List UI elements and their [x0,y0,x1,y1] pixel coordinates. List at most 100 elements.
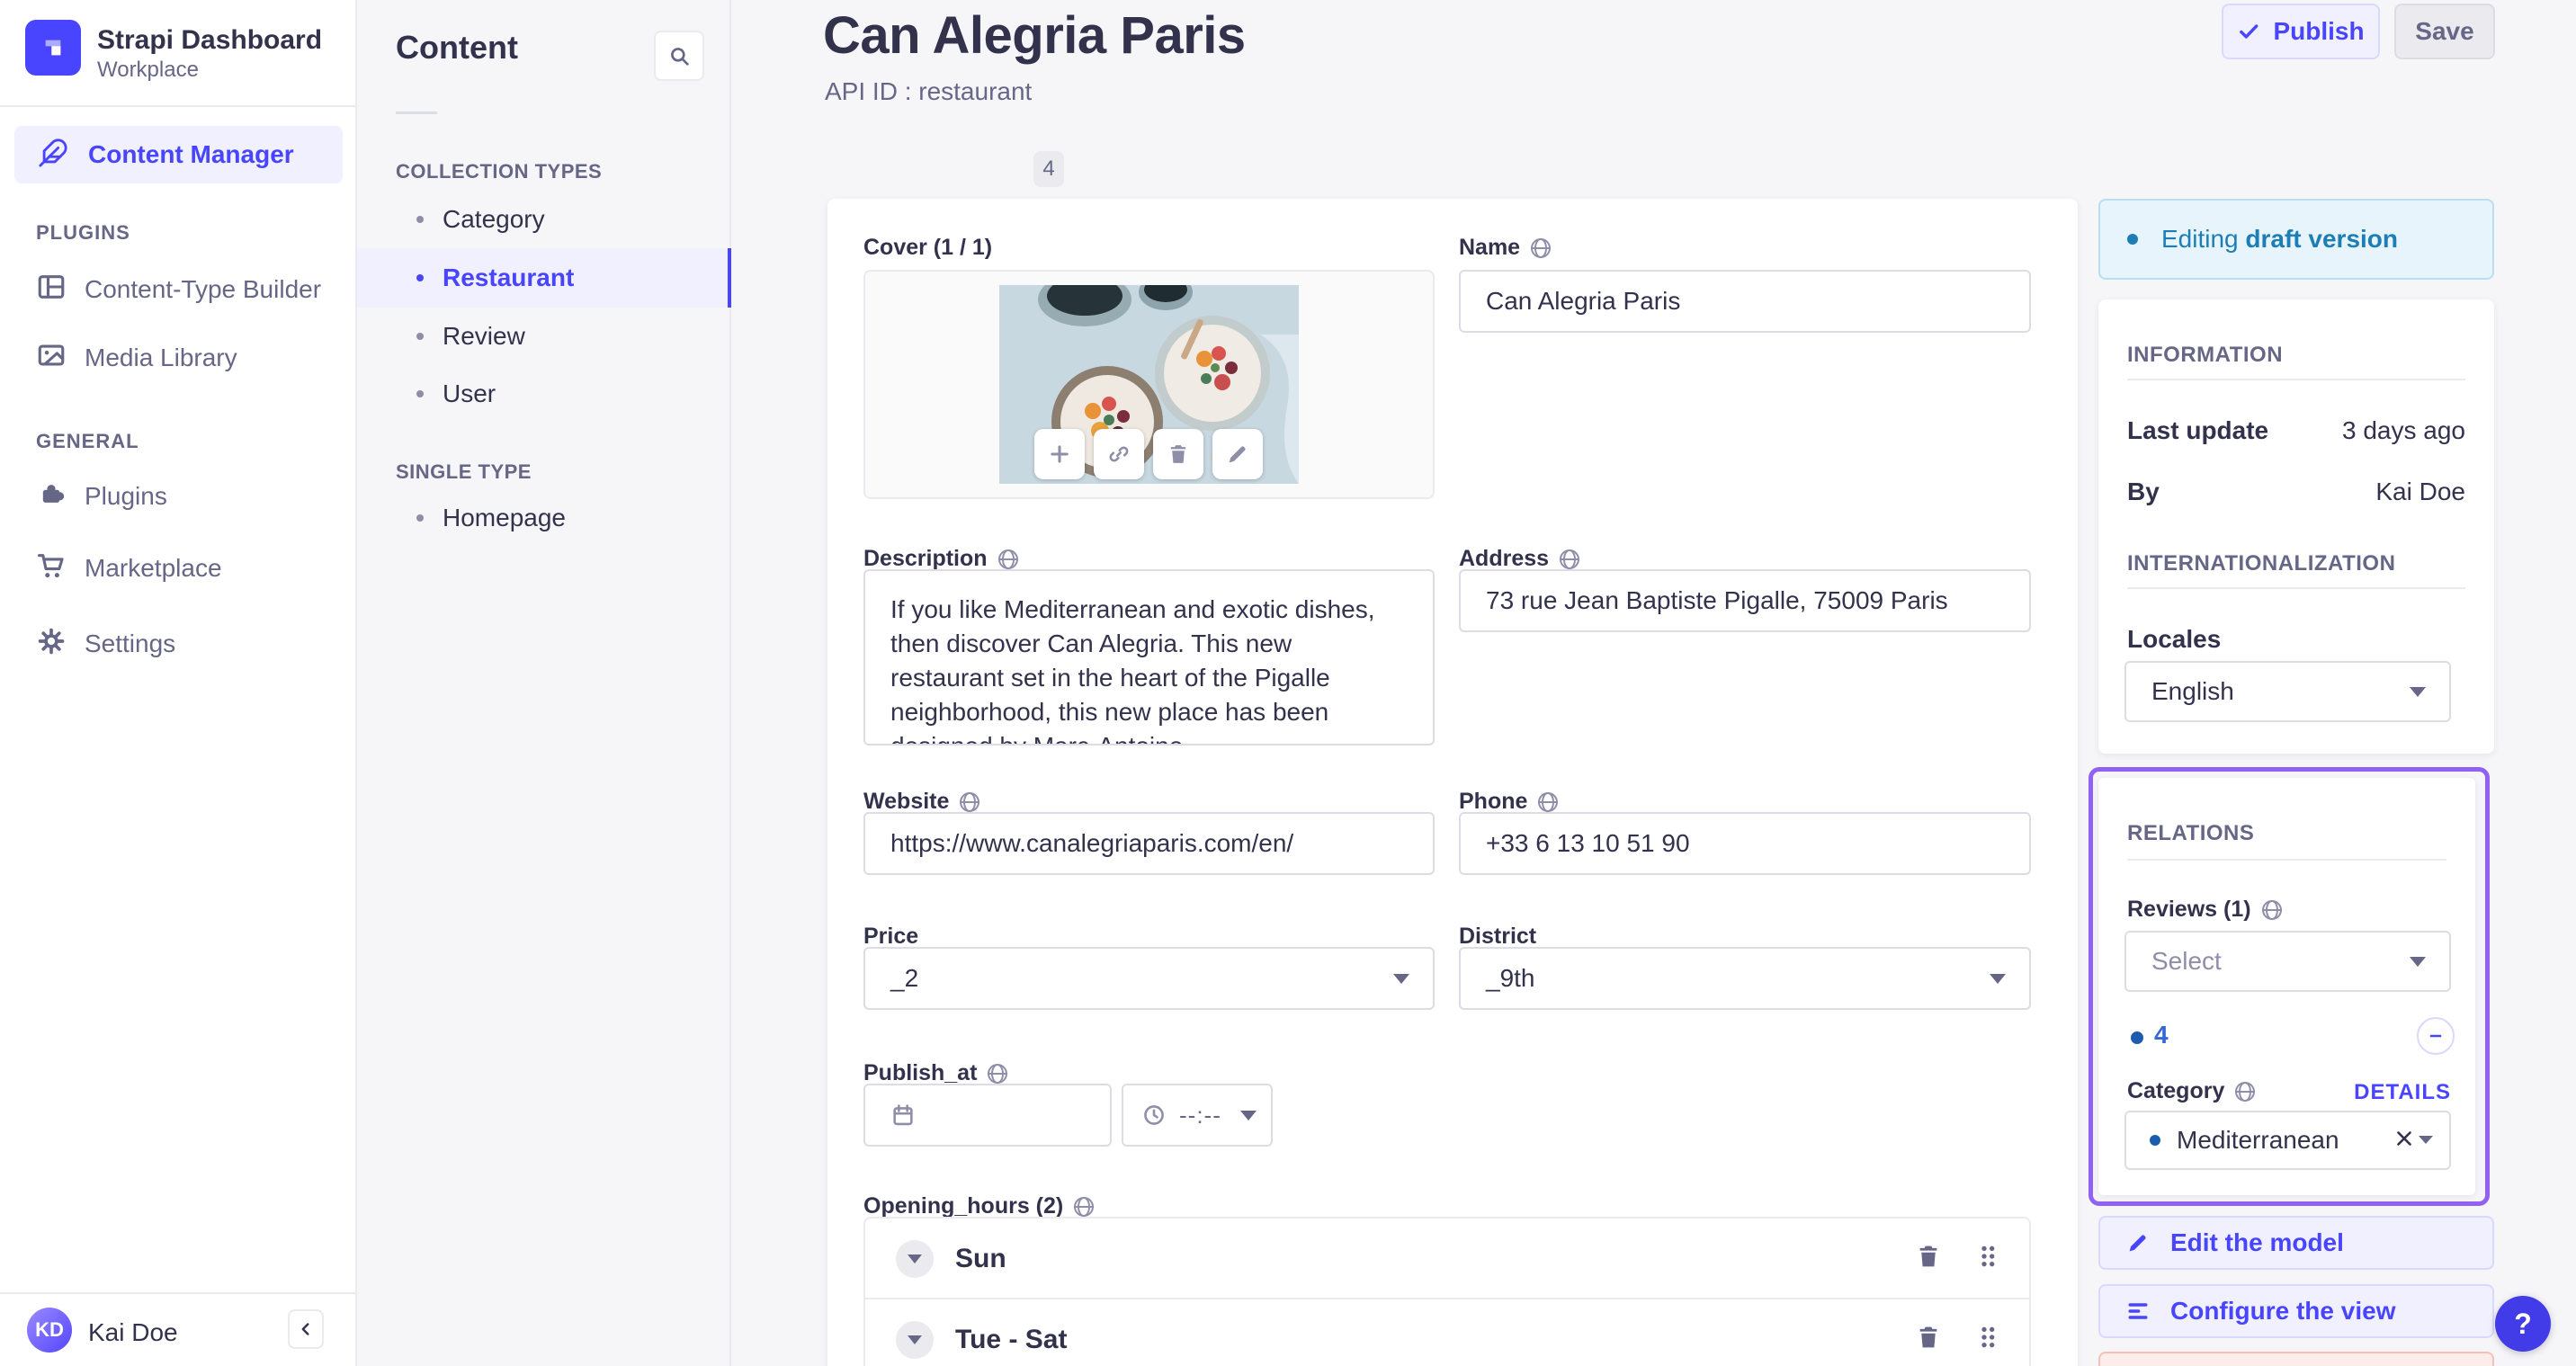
district-label: District [1459,924,1537,949]
collapse-sidebar-button[interactable] [288,1309,324,1349]
opening-hours-row-sun: Sun [865,1219,2029,1298]
check-icon [2240,24,2258,39]
opening-hours-accordion: Sun Tue - Sat [863,1217,2031,1366]
expand-row-button[interactable] [896,1321,934,1359]
delete-media-button[interactable] [1153,429,1203,479]
content-subnav: Content COLLECTION TYPES 4 Category Rest… [357,0,1064,1366]
subnav-item-label: Restaurant [443,263,575,291]
save-button[interactable]: Save [2394,4,2495,59]
chevron-down-icon [1240,1111,1257,1120]
sidebar-item-plugins[interactable]: Plugins [36,478,167,513]
subnav-item-review[interactable]: Review [357,308,731,365]
trash-icon [1919,1245,1937,1267]
relation-item-link[interactable]: 4 [2154,1021,2169,1049]
subnav-item-category[interactable]: Category [357,191,731,248]
chevron-down-icon [908,1335,922,1344]
locale-value: English [2151,677,2234,705]
row-label: Sun [955,1244,1006,1273]
remove-relation-button[interactable] [2417,1017,2455,1055]
price-select[interactable]: _2 [863,947,1435,1010]
nav-footer-divider [0,1292,357,1294]
group-title-collection-types: COLLECTION TYPES [396,160,603,183]
drag-handle-icon[interactable] [1973,1323,2002,1356]
phone-label: Phone [1459,789,1559,815]
collection-types-count-badge: 4 [1033,151,1064,187]
help-button[interactable]: ? [2495,1296,2551,1352]
subnav-item-label: Homepage [443,504,566,531]
last-update-label: Last update [2127,416,2269,444]
strapi-logo[interactable] [25,20,81,76]
copy-link-button[interactable] [1094,429,1144,479]
chevron-down-icon [908,1254,922,1263]
clear-category-button[interactable] [2393,1127,2416,1155]
page-title: Can Alegria Paris [823,6,1246,65]
globe-icon [1538,791,1559,812]
divider [2127,587,2465,589]
app-title: Strapi Dashboard [97,25,323,55]
publish-button-label: Publish [2273,17,2365,45]
edit-the-model-button[interactable]: Edit the model [2098,1216,2494,1270]
chevron-down-icon [1990,974,2006,984]
add-media-button[interactable] [1034,429,1085,479]
description-textarea[interactable]: If you like Mediterranean and exotic dis… [863,569,1435,745]
name-input[interactable] [1459,270,2031,333]
subnav-item-homepage[interactable]: Homepage [357,489,731,547]
configure-view-label: Configure the view [2170,1297,2396,1325]
subnav-item-user[interactable]: User [357,365,731,423]
edit-model-label: Edit the model [2170,1228,2344,1256]
address-input[interactable] [1459,569,2031,632]
by-value: Kai Doe [2375,478,2465,505]
price-value: _2 [890,964,919,992]
expand-row-button[interactable] [896,1240,934,1278]
sidebar-item-content-type-builder[interactable]: Content-Type Builder [36,272,321,307]
publish-button[interactable]: Publish [2222,4,2380,59]
publish-at-date-input[interactable] [863,1084,1112,1147]
category-select[interactable]: Mediterranean [2124,1111,2451,1170]
gear-icon [36,626,67,661]
clock-icon [1144,1105,1164,1125]
publish-at-label: Publish_at [863,1060,1008,1086]
cover-toolbar [1034,429,1263,479]
delete-row-button[interactable] [1914,1323,1943,1356]
image-icon [36,340,67,375]
search-button[interactable] [654,31,704,81]
avatar[interactable]: KD [27,1308,72,1353]
sidebar-item-settings[interactable]: Settings [36,626,175,661]
bullet-icon [416,216,424,223]
cart-icon [36,550,67,585]
calendar-icon [893,1104,913,1126]
relation-status-dot-icon [2150,1135,2160,1146]
reviews-select[interactable]: Select [2124,931,2451,992]
sidebar-item-media-library[interactable]: Media Library [36,340,237,375]
locale-select[interactable]: English [2124,661,2451,722]
globe-icon [960,791,980,812]
sidebar-item-label: Marketplace [85,553,222,582]
chevron-down-icon [2410,687,2426,697]
publish-at-time-input[interactable]: --:-- [1122,1084,1273,1147]
bullet-icon [416,390,424,397]
bullet-icon [416,514,424,522]
puzzle-icon [36,478,67,513]
sidebar-item-marketplace[interactable]: Marketplace [36,550,222,585]
sidebar-section-general: GENERAL [36,430,139,452]
name-label: Name [1459,235,1552,261]
district-select[interactable]: _9th [1459,947,2031,1010]
delete-row-button[interactable] [1914,1242,1943,1275]
subnav-item-restaurant[interactable]: Restaurant [357,248,731,308]
sidebar-item-label: Content Manager [88,140,294,168]
group-title-single-type: SINGLE TYPE [396,460,532,483]
sidebar-item-content-manager[interactable]: Content Manager [14,126,343,183]
website-input[interactable] [863,812,1435,875]
phone-input[interactable] [1459,812,2031,875]
details-link[interactable]: DETAILS [2354,1080,2451,1105]
configure-the-view-button[interactable]: Configure the view [2098,1284,2494,1338]
drag-handle-icon[interactable] [1973,1242,2002,1275]
subnav-item-label: User [443,379,496,407]
delete-entry-button-partial[interactable] [2098,1352,2494,1366]
relation-status-dot-icon [2131,1031,2143,1044]
sidebar-section-plugins: PLUGINS [36,221,130,244]
close-icon [2397,1130,2411,1146]
edit-media-button[interactable] [1212,429,1263,479]
category-label: Category [2127,1078,2256,1104]
locales-label: Locales [2127,625,2222,653]
